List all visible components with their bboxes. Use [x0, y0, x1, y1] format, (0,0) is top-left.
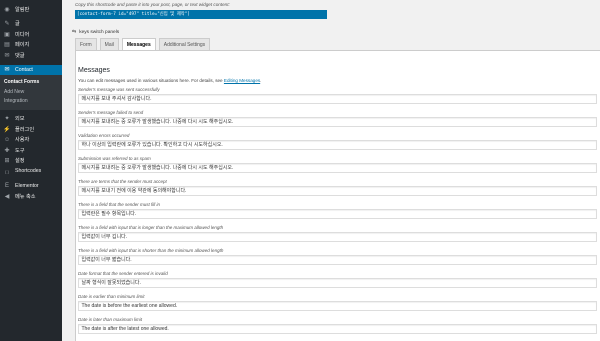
message-label: There is a field with input that is shor… [78, 248, 224, 253]
panel-desc-text: You can edit messages used in various si… [78, 78, 224, 83]
nav-label: Shortcodes [15, 168, 42, 175]
shortcode-hint: Copy this shortcode and paste it into yo… [75, 2, 230, 7]
message-field: Sender's message was sent successfully 메… [78, 87, 598, 104]
messages-panel: Messages You can edit messages used in v… [75, 50, 600, 341]
settings-icon: ⊞ [4, 158, 10, 165]
message-field: Date is earlier than minimum limit The d… [78, 294, 598, 311]
nav-label: 플러그인 [15, 126, 35, 133]
nav-tools[interactable]: ✚ 도구 [0, 145, 62, 156]
nav-label: 메뉴 축소 [15, 193, 36, 200]
nav-plugins[interactable]: ⚡ 플러그인 [0, 124, 62, 135]
editing-messages-link[interactable]: Editing Messages [224, 78, 260, 83]
message-label: There are terms that the sender must acc… [78, 179, 167, 184]
message-input[interactable]: 하나 이상의 입력란에 오류가 있습니다. 확인하고 다시 시도하십시오. [78, 140, 597, 150]
message-label: Date is earlier than minimum limit [78, 294, 145, 299]
message-field: Date format that the sender entered is i… [78, 271, 598, 288]
collapse-icon: ◀ [4, 193, 10, 200]
message-label: There is a field that the sender must fi… [78, 202, 161, 207]
nav-contact[interactable]: ✉ Contact [0, 64, 62, 75]
nav-label: 도구 [15, 147, 25, 154]
nav-label: Elementor [15, 182, 39, 189]
arrow-icon: ⇆ [72, 29, 77, 35]
comment-icon: ✉ [4, 52, 10, 59]
message-input[interactable]: 메시지를 보내려는 중 오류가 발생했습니다. 나중에 다시 시도 해주십시오. [78, 163, 597, 173]
message-input[interactable]: 메시지를 보내기 전에 이용 약관에 동의해야합니다. [78, 186, 597, 196]
keys-switch-panels-note: ⇆ keys switch panels [72, 29, 119, 35]
message-field: There is a field with input that is long… [78, 225, 598, 242]
panel-desc-end: . [260, 78, 262, 83]
nav-label: 외모 [15, 116, 25, 123]
message-field: Sender's message failed to send 메시지를 보내려… [78, 110, 598, 127]
nav-elementor[interactable]: E Elementor [0, 181, 62, 192]
nav-label: 알림판 [15, 6, 30, 13]
nav-label: 미디어 [15, 31, 30, 38]
shortcode-icon: [ ] [5, 168, 9, 174]
message-field: There is a field that the sender must fi… [78, 202, 598, 219]
message-input[interactable]: The date is after the latest one allowed… [78, 324, 597, 334]
tool-icon: ✚ [4, 147, 10, 154]
nav-comments[interactable]: ✉ 댓글 [0, 50, 62, 61]
message-input[interactable]: 입력값이 너무 짧습니다. [78, 255, 597, 265]
nav-appearance[interactable]: ✦ 외모 [0, 114, 62, 125]
contact-submenu: Contact Forms Add New Integration [0, 75, 62, 110]
message-input[interactable]: The date is before the earliest one allo… [78, 301, 597, 311]
shortcode-area: Copy this shortcode and paste it into yo… [62, 0, 600, 26]
nav-media[interactable]: ▣ 미디어 [0, 29, 62, 40]
message-field: Date is later than maximum limit The dat… [78, 317, 598, 334]
submenu-integration[interactable]: Integration [0, 97, 62, 107]
nav-label: 글 [15, 21, 20, 28]
nav-settings[interactable]: ⊞ 설정 [0, 156, 62, 167]
page-icon: ▤ [4, 42, 10, 49]
submenu-contact-forms[interactable]: Contact Forms [0, 78, 62, 88]
message-field: There is a field with input that is shor… [78, 248, 598, 265]
media-icon: ▣ [4, 31, 10, 38]
dashboard-icon: ◉ [4, 6, 10, 13]
nav-shortcodes[interactable]: [ ] Shortcodes [0, 166, 62, 177]
nav-posts[interactable]: ✎ 글 [0, 19, 62, 30]
message-field: Submission was referred to as spam 메시지를 … [78, 156, 598, 173]
admin-sidebar: ◉ 알림판 ✎ 글 ▣ 미디어 ▤ 페이지 ✉ 댓글 ✉ Contact Con… [0, 0, 62, 341]
message-label: Sender's message was sent successfully [78, 87, 160, 92]
message-label: Sender's message failed to send [78, 110, 144, 115]
panel-description: You can edit messages used in various si… [78, 78, 261, 83]
message-label: Date is later than maximum limit [78, 317, 143, 322]
nav-label: 사용자 [15, 137, 30, 144]
nav-label: 페이지 [15, 42, 30, 49]
nav-label: 설정 [15, 158, 25, 165]
nav-label: 댓글 [15, 52, 25, 59]
message-label: Validation errors occurred [78, 133, 130, 138]
elementor-icon: E [4, 182, 9, 189]
nav-users[interactable]: ☺ 사용자 [0, 135, 62, 146]
panel-title: Messages [78, 67, 110, 74]
message-input[interactable]: 입력값이 너무 깁니다. [78, 232, 597, 242]
nav-dashboard[interactable]: ◉ 알림판 [0, 4, 62, 15]
plugin-icon: ⚡ [3, 126, 11, 133]
message-field: Validation errors occurred 하나 이상의 입력란에 오… [78, 133, 598, 150]
message-input[interactable]: 입력란은 필수 항목입니다. [78, 209, 597, 219]
message-field: There are terms that the sender must acc… [78, 179, 598, 196]
message-label: There is a field with input that is long… [78, 225, 224, 230]
pin-icon: ✎ [4, 21, 10, 28]
shortcode-field[interactable]: [contact-form-7 id="497" title="신입 및 제작"… [75, 10, 327, 19]
submenu-add-new[interactable]: Add New [0, 88, 62, 98]
nav-pages[interactable]: ▤ 페이지 [0, 40, 62, 51]
collapse-menu-button[interactable]: ◀ 메뉴 축소 [0, 191, 62, 202]
message-input[interactable]: 날짜 형식이 잘못되었습니다. [78, 278, 597, 288]
nav-label: Contact [15, 66, 33, 73]
message-input[interactable]: 메시지를 보내려는 중 오류가 발생했습니다. 나중에 다시 시도 해주십시오. [78, 117, 597, 127]
keys-note-label: keys switch panels [79, 29, 120, 35]
mail-icon: ✉ [4, 67, 10, 74]
user-icon: ☺ [3, 136, 11, 143]
message-input[interactable]: 메시지를 보내 주셔서 감사합니다. [78, 94, 597, 104]
message-label: Date format that the sender entered is i… [78, 271, 168, 276]
message-label: Submission was referred to as spam [78, 156, 151, 161]
appearance-icon: ✦ [4, 116, 10, 123]
